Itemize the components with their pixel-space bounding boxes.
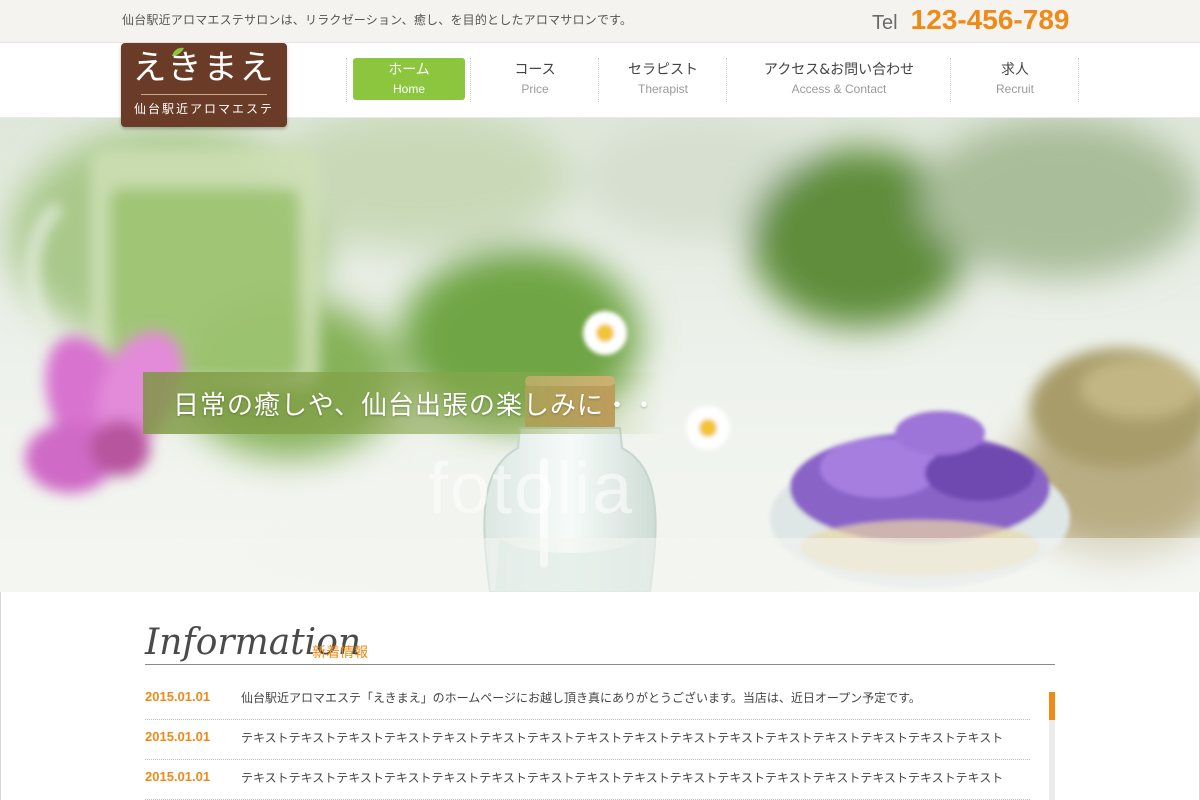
- nav-label-jp: セラピスト: [628, 62, 698, 78]
- nav-label-en: Recruit: [995, 82, 1034, 96]
- news-item[interactable]: 2015.01.01 テキストテキストテキストテキストテキストテキストテキストテ…: [145, 720, 1030, 760]
- logo-divider: [141, 94, 267, 95]
- tel-number[interactable]: 123-456-789: [911, 4, 1070, 35]
- phone-number-block[interactable]: Tel 123-456-789: [872, 4, 1069, 36]
- nav-item-price[interactable]: コース Price: [470, 58, 599, 102]
- hero-image: fotolia: [0, 118, 1200, 592]
- nav-label-jp: アクセス&お問い合わせ: [763, 62, 915, 78]
- nav-label-en: Access & Contact: [791, 82, 887, 96]
- nav-item-recruit[interactable]: 求人 Recruit: [950, 58, 1079, 102]
- nav-label-en: Price: [521, 82, 549, 96]
- news-scrollbar[interactable]: [1049, 692, 1055, 800]
- information-header: Information 新着情報: [145, 620, 1055, 665]
- nav-label-en: Home: [392, 82, 425, 96]
- site-logo[interactable]: えきまえ 仙台駅近アロマエステ: [121, 43, 287, 127]
- hero-copy-text: 日常の癒しや、仙台出張の楽しみに・・: [173, 391, 658, 421]
- nav-label-jp: コース: [514, 62, 556, 78]
- news-date: 2015.01.01: [145, 689, 211, 704]
- news-text[interactable]: テキストテキストテキストテキストテキストテキストテキストテキストテキストテキスト…: [241, 729, 1003, 746]
- top-bar: 仙台駅近アロマエステサロンは、リラクゼーション、癒し、を目的としたアロマサロンで…: [0, 0, 1200, 43]
- logo-sub-text: 仙台駅近アロマエステ: [133, 102, 274, 116]
- logo-main-text: えきまえ: [132, 48, 276, 88]
- news-item[interactable]: 2015.01.01 仙台駅近アロマエステ「えきまえ」のホームページにお越し頂き…: [145, 680, 1030, 720]
- news-text[interactable]: 仙台駅近アロマエステ「えきまえ」のホームページにお越し頂き真にありがとうございま…: [241, 689, 921, 706]
- tel-label: Tel: [872, 12, 898, 34]
- stock-watermark: fotolia: [428, 449, 635, 529]
- information-subtitle: 新着情報: [312, 645, 368, 661]
- news-text[interactable]: テキストテキストテキストテキストテキストテキストテキストテキストテキストテキスト…: [241, 769, 1003, 786]
- nav-label-jp: 求人: [1001, 62, 1029, 78]
- nav-label-en: Therapist: [637, 82, 689, 96]
- news-scrollbar-thumb[interactable]: [1049, 692, 1055, 720]
- nav-divider-end: [1078, 58, 1080, 102]
- news-date: 2015.01.01: [145, 769, 211, 784]
- nav-item-access-contact[interactable]: アクセス&お問い合わせ Access & Contact: [726, 58, 951, 102]
- news-list: 2015.01.01 仙台駅近アロマエステ「えきまえ」のホームページにお越し頂き…: [145, 680, 1030, 800]
- nav-item-home[interactable]: ホーム Home: [346, 58, 471, 102]
- nav-item-therapist[interactable]: セラピスト Therapist: [598, 58, 727, 102]
- news-date: 2015.01.01: [145, 729, 211, 744]
- news-item[interactable]: 2015.01.01 テキストテキストテキストテキストテキストテキストテキストテ…: [145, 760, 1030, 800]
- nav-label-jp: ホーム: [388, 62, 430, 78]
- site-tagline: 仙台駅近アロマエステサロンは、リラクゼーション、癒し、を目的としたアロマサロンで…: [122, 13, 633, 27]
